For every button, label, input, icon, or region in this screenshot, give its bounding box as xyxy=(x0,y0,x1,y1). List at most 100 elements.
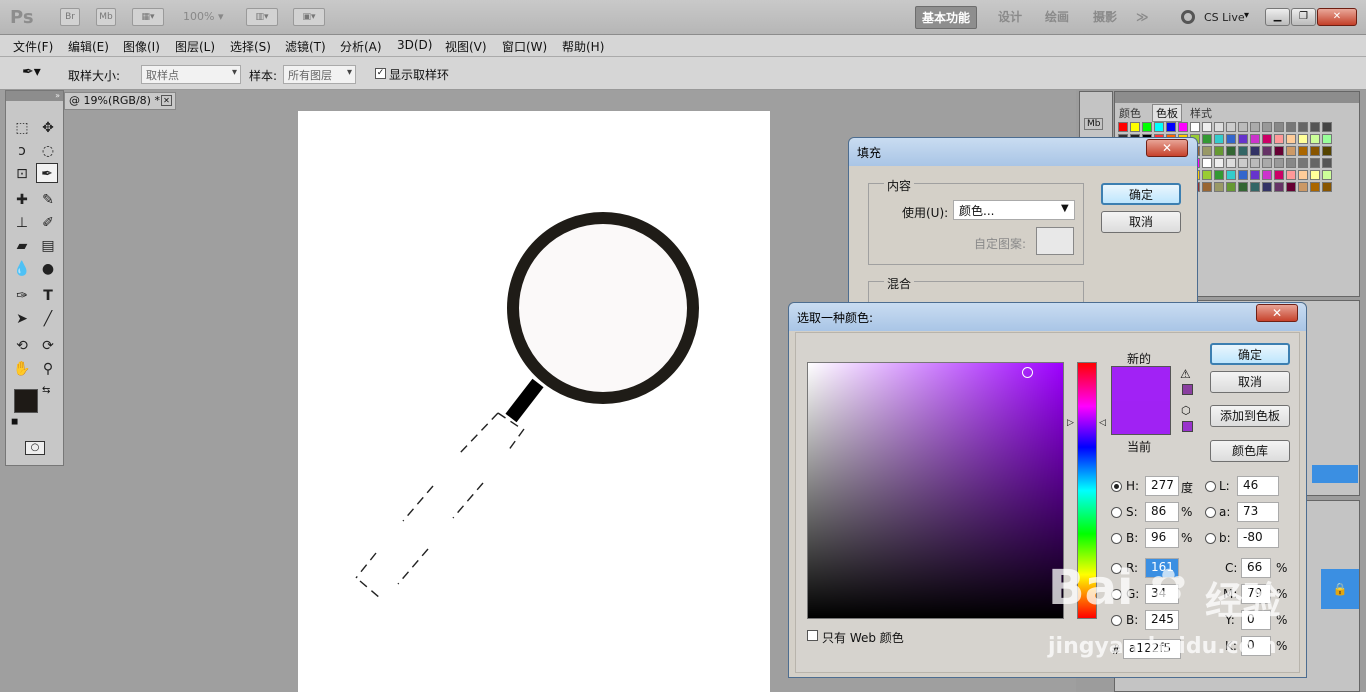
screen-mode-icon[interactable]: ▣▾ xyxy=(293,8,325,26)
swatch[interactable] xyxy=(1298,170,1308,180)
swatch[interactable] xyxy=(1286,170,1296,180)
swatch[interactable] xyxy=(1274,182,1284,192)
zoom-level[interactable]: 100% xyxy=(183,10,214,23)
selected-row[interactable] xyxy=(1312,465,1358,483)
swatch[interactable] xyxy=(1238,182,1248,192)
tab-color[interactable]: 颜色 xyxy=(1119,105,1141,121)
blur-tool-icon[interactable]: 💧 xyxy=(11,259,33,279)
swatch[interactable] xyxy=(1214,182,1224,192)
lasso-tool-icon[interactable]: ↄ xyxy=(11,141,33,161)
tab-swatches[interactable]: 色板 xyxy=(1152,104,1182,122)
menu-image[interactable]: 图像(I) xyxy=(123,38,160,55)
swatch[interactable] xyxy=(1322,134,1332,144)
default-colors-icon[interactable]: ◼ xyxy=(11,417,18,427)
crop-tool-icon[interactable]: ⊡ xyxy=(11,164,33,184)
b-radio[interactable] xyxy=(1111,533,1122,544)
swatch[interactable] xyxy=(1118,122,1128,132)
swatch[interactable] xyxy=(1262,170,1272,180)
h-radio[interactable] xyxy=(1111,481,1122,492)
eyedropper-tool-icon[interactable]: ✒ xyxy=(36,163,58,183)
swatch[interactable] xyxy=(1214,170,1224,180)
hue-slider-left-arrow[interactable]: ▷ xyxy=(1067,418,1074,428)
foreground-color-swatch[interactable] xyxy=(14,389,38,413)
swatch[interactable] xyxy=(1286,134,1296,144)
swatch[interactable] xyxy=(1250,134,1260,144)
swatch[interactable] xyxy=(1130,122,1140,132)
3d-rotate-icon[interactable]: ⟲ xyxy=(11,336,33,356)
swatch[interactable] xyxy=(1214,146,1224,156)
cslive-dropdown-icon[interactable]: ▾ xyxy=(1244,10,1249,21)
swatch[interactable] xyxy=(1298,182,1308,192)
swatch[interactable] xyxy=(1310,158,1320,168)
swatch[interactable] xyxy=(1202,158,1212,168)
menu-edit[interactable]: 编辑(E) xyxy=(68,38,109,55)
web-color-swatch[interactable] xyxy=(1182,421,1193,432)
swatch[interactable] xyxy=(1310,122,1320,132)
b-input[interactable]: 96 xyxy=(1145,528,1179,548)
workspace-essentials[interactable]: 基本功能 xyxy=(915,6,978,29)
swatch[interactable] xyxy=(1250,182,1260,192)
toolbox-collapse-icon[interactable]: » xyxy=(6,91,63,101)
a-radio[interactable] xyxy=(1205,507,1216,518)
swatch[interactable] xyxy=(1214,158,1224,168)
swatch[interactable] xyxy=(1262,182,1272,192)
swatch[interactable] xyxy=(1250,158,1260,168)
workspace-painting[interactable]: 绘画 xyxy=(1039,6,1075,29)
color-field-cursor[interactable] xyxy=(1022,367,1033,378)
fill-ok-button[interactable]: 确定 xyxy=(1101,183,1181,205)
swatch[interactable] xyxy=(1178,122,1188,132)
swatch[interactable] xyxy=(1286,182,1296,192)
add-to-swatches-button[interactable]: 添加到色板 xyxy=(1210,405,1290,427)
layer-lock-icon[interactable]: 🔒 xyxy=(1321,569,1359,609)
swatch[interactable] xyxy=(1250,146,1260,156)
gamut-color-swatch[interactable] xyxy=(1182,384,1193,395)
swatch[interactable] xyxy=(1154,122,1164,132)
swatch[interactable] xyxy=(1274,170,1284,180)
picker-cancel-button[interactable]: 取消 xyxy=(1210,371,1290,393)
gradient-tool-icon[interactable]: ▤ xyxy=(37,236,59,256)
move-tool-icon[interactable]: ✥ xyxy=(37,118,59,138)
menu-filter[interactable]: 滤镜(T) xyxy=(285,38,326,55)
cslive-icon[interactable] xyxy=(1181,10,1195,24)
swatch[interactable] xyxy=(1310,182,1320,192)
swatch[interactable] xyxy=(1322,158,1332,168)
use-select[interactable]: 颜色... xyxy=(953,200,1075,220)
swatch[interactable] xyxy=(1202,134,1212,144)
swatch[interactable] xyxy=(1250,170,1260,180)
path-select-icon[interactable]: ➤ xyxy=(11,309,33,329)
zoom-dropdown-icon[interactable]: ▾ xyxy=(218,10,224,23)
canvas[interactable] xyxy=(298,111,770,692)
quick-mask-icon[interactable]: ○ xyxy=(25,441,45,455)
swatch[interactable] xyxy=(1238,170,1248,180)
use-dropdown-icon[interactable]: ▼ xyxy=(1061,203,1069,214)
out-of-gamut-warning-icon[interactable]: ⚠ xyxy=(1180,367,1191,381)
swatch[interactable] xyxy=(1298,158,1308,168)
document-tab[interactable]: @ 19%(RGB/8) * ✕ xyxy=(64,92,176,110)
web-safe-warning-icon[interactable]: ⬡ xyxy=(1181,404,1191,417)
swatch[interactable] xyxy=(1226,158,1236,168)
cslive-label[interactable]: CS Live xyxy=(1204,11,1245,24)
h-input[interactable]: 277 xyxy=(1145,476,1179,496)
swatch[interactable] xyxy=(1322,170,1332,180)
tab-styles[interactable]: 样式 xyxy=(1190,105,1212,121)
arrange-documents-icon[interactable]: ▥▾ xyxy=(246,8,278,26)
sample-select[interactable]: 所有图层 xyxy=(283,65,356,84)
swatch[interactable] xyxy=(1310,134,1320,144)
swatch[interactable] xyxy=(1262,146,1272,156)
current-color-swatch[interactable] xyxy=(1111,401,1171,435)
swatch[interactable] xyxy=(1274,146,1284,156)
swatch[interactable] xyxy=(1322,122,1332,132)
swatch[interactable] xyxy=(1166,122,1176,132)
swatch[interactable] xyxy=(1214,122,1224,132)
show-ring-checkbox[interactable]: ✓ xyxy=(375,68,386,79)
swatch[interactable] xyxy=(1226,182,1236,192)
swatch[interactable] xyxy=(1226,122,1236,132)
s-input[interactable]: 86 xyxy=(1145,502,1179,522)
swatch[interactable] xyxy=(1322,146,1332,156)
picker-ok-button[interactable]: 确定 xyxy=(1210,343,1290,365)
swatch[interactable] xyxy=(1190,122,1200,132)
history-brush-icon[interactable]: ✐ xyxy=(37,213,59,233)
menu-file[interactable]: 文件(F) xyxy=(13,38,53,55)
s-radio[interactable] xyxy=(1111,507,1122,518)
swatch[interactable] xyxy=(1250,122,1260,132)
